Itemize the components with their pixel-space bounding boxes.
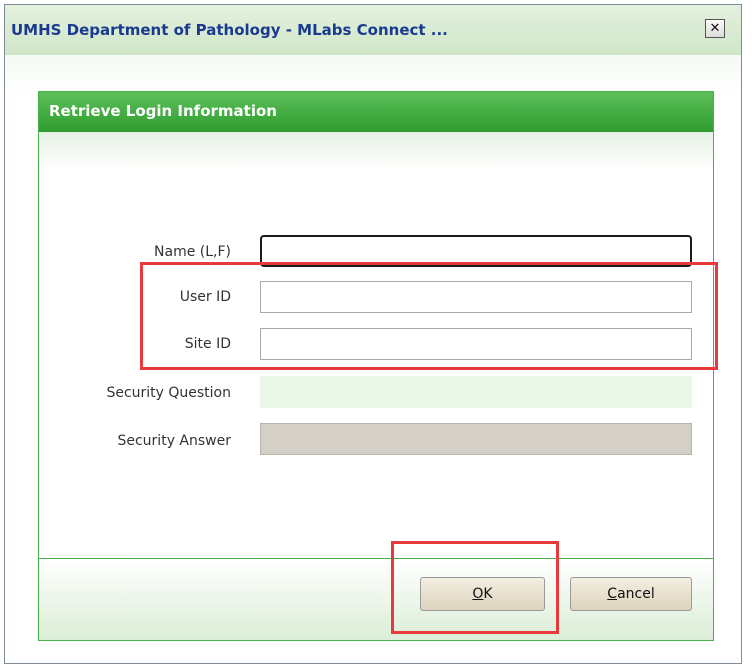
site-id-field[interactable] — [260, 328, 692, 360]
panel-title: Retrieve Login Information — [49, 102, 277, 120]
ok-button[interactable]: OK — [420, 577, 545, 611]
security-question-label: Security Question — [106, 385, 231, 401]
site-id-label: Site ID — [184, 336, 231, 352]
ok-label-rest: K — [483, 586, 493, 602]
title-bar: UMHS Department of Pathology - MLabs Con… — [5, 5, 741, 55]
security-answer-field — [260, 423, 692, 455]
name-field[interactable] — [260, 235, 692, 267]
user-id-field[interactable] — [260, 281, 692, 313]
window-title: UMHS Department of Pathology - MLabs Con… — [11, 21, 448, 39]
retrieve-login-panel: Retrieve Login Information Name (L,F) Us… — [38, 91, 714, 641]
panel-header: Retrieve Login Information — [39, 92, 713, 132]
cancel-button[interactable]: Cancel — [570, 577, 692, 611]
header-shade — [39, 132, 713, 172]
ok-mnemonic: O — [472, 586, 484, 602]
name-label: Name (L,F) — [154, 244, 231, 260]
cancel-mnemonic: C — [607, 586, 618, 602]
close-icon[interactable]: ✕ — [705, 19, 725, 38]
dialog-window: UMHS Department of Pathology - MLabs Con… — [4, 4, 742, 664]
security-answer-label: Security Answer — [117, 433, 231, 449]
security-question-value — [260, 376, 692, 408]
user-id-label: User ID — [179, 289, 231, 305]
cancel-label-rest: ancel — [617, 586, 655, 602]
button-footer: OK Cancel — [39, 559, 713, 640]
